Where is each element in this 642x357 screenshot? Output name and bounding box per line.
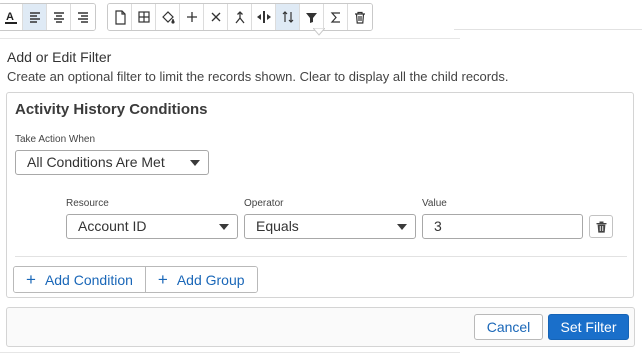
value-label: Value — [422, 198, 447, 209]
cancel-button[interactable]: Cancel — [474, 314, 543, 340]
toolbar: A — [0, 0, 642, 36]
row-divider — [15, 256, 627, 257]
operator-select[interactable]: Equals — [244, 214, 416, 239]
take-action-value: All Conditions Are Met — [27, 154, 165, 170]
delete-icon[interactable] — [348, 4, 372, 30]
conditions-title: Activity History Conditions — [15, 101, 208, 118]
add-condition-label: Add Condition — [44, 271, 133, 288]
take-action-label: Take Action When — [15, 134, 96, 145]
chevron-down-icon — [397, 224, 407, 230]
filter-description: Create an optional filter to limit the r… — [7, 69, 509, 84]
chevron-down-icon — [190, 160, 200, 166]
align-left-icon[interactable] — [23, 4, 47, 30]
toolbar-divider — [454, 29, 642, 30]
resource-label: Resource — [66, 198, 109, 209]
sort-icon[interactable] — [276, 4, 300, 30]
filter-icon[interactable] — [300, 4, 324, 30]
divider — [0, 352, 460, 353]
operator-label: Operator — [244, 198, 284, 209]
table-tools-group — [107, 3, 373, 31]
filter-pointer-icon — [313, 28, 325, 36]
filter-title: Add or Edit Filter — [7, 49, 112, 65]
align-center-icon[interactable] — [47, 4, 71, 30]
split-icon[interactable] — [252, 4, 276, 30]
resource-value: Account ID — [78, 218, 147, 234]
add-group-button[interactable]: + Add Group — [145, 267, 257, 292]
text-format-group: A — [0, 3, 96, 31]
take-action-select[interactable]: All Conditions Are Met — [15, 150, 209, 175]
text-color-icon[interactable]: A — [0, 4, 23, 30]
close-icon[interactable] — [204, 4, 228, 30]
table-icon[interactable] — [132, 4, 156, 30]
trash-icon — [596, 221, 606, 233]
value-input[interactable]: 3 — [422, 214, 583, 239]
align-right-icon[interactable] — [71, 4, 95, 30]
footer-bar: Cancel Set Filter — [6, 307, 635, 347]
chevron-down-icon — [219, 224, 229, 230]
add-condition-button[interactable]: + Add Condition — [14, 267, 146, 292]
fill-icon[interactable] — [156, 4, 180, 30]
sum-icon[interactable] — [324, 4, 348, 30]
plus-icon: + — [26, 270, 36, 289]
operator-value: Equals — [256, 218, 299, 234]
add-button-group: + Add Condition + Add Group — [13, 266, 258, 293]
delete-condition-button[interactable] — [589, 215, 613, 238]
plus-icon: + — [157, 270, 168, 289]
resource-select[interactable]: Account ID — [66, 214, 238, 239]
add-icon[interactable] — [180, 4, 204, 30]
svg-text:A: A — [6, 11, 14, 23]
divider — [0, 38, 460, 39]
merge-icon[interactable] — [228, 4, 252, 30]
conditions-panel: Activity History Conditions Take Action … — [6, 92, 634, 298]
add-group-label: Add Group — [176, 271, 245, 288]
page-icon[interactable] — [108, 4, 132, 30]
set-filter-button[interactable]: Set Filter — [548, 314, 629, 340]
